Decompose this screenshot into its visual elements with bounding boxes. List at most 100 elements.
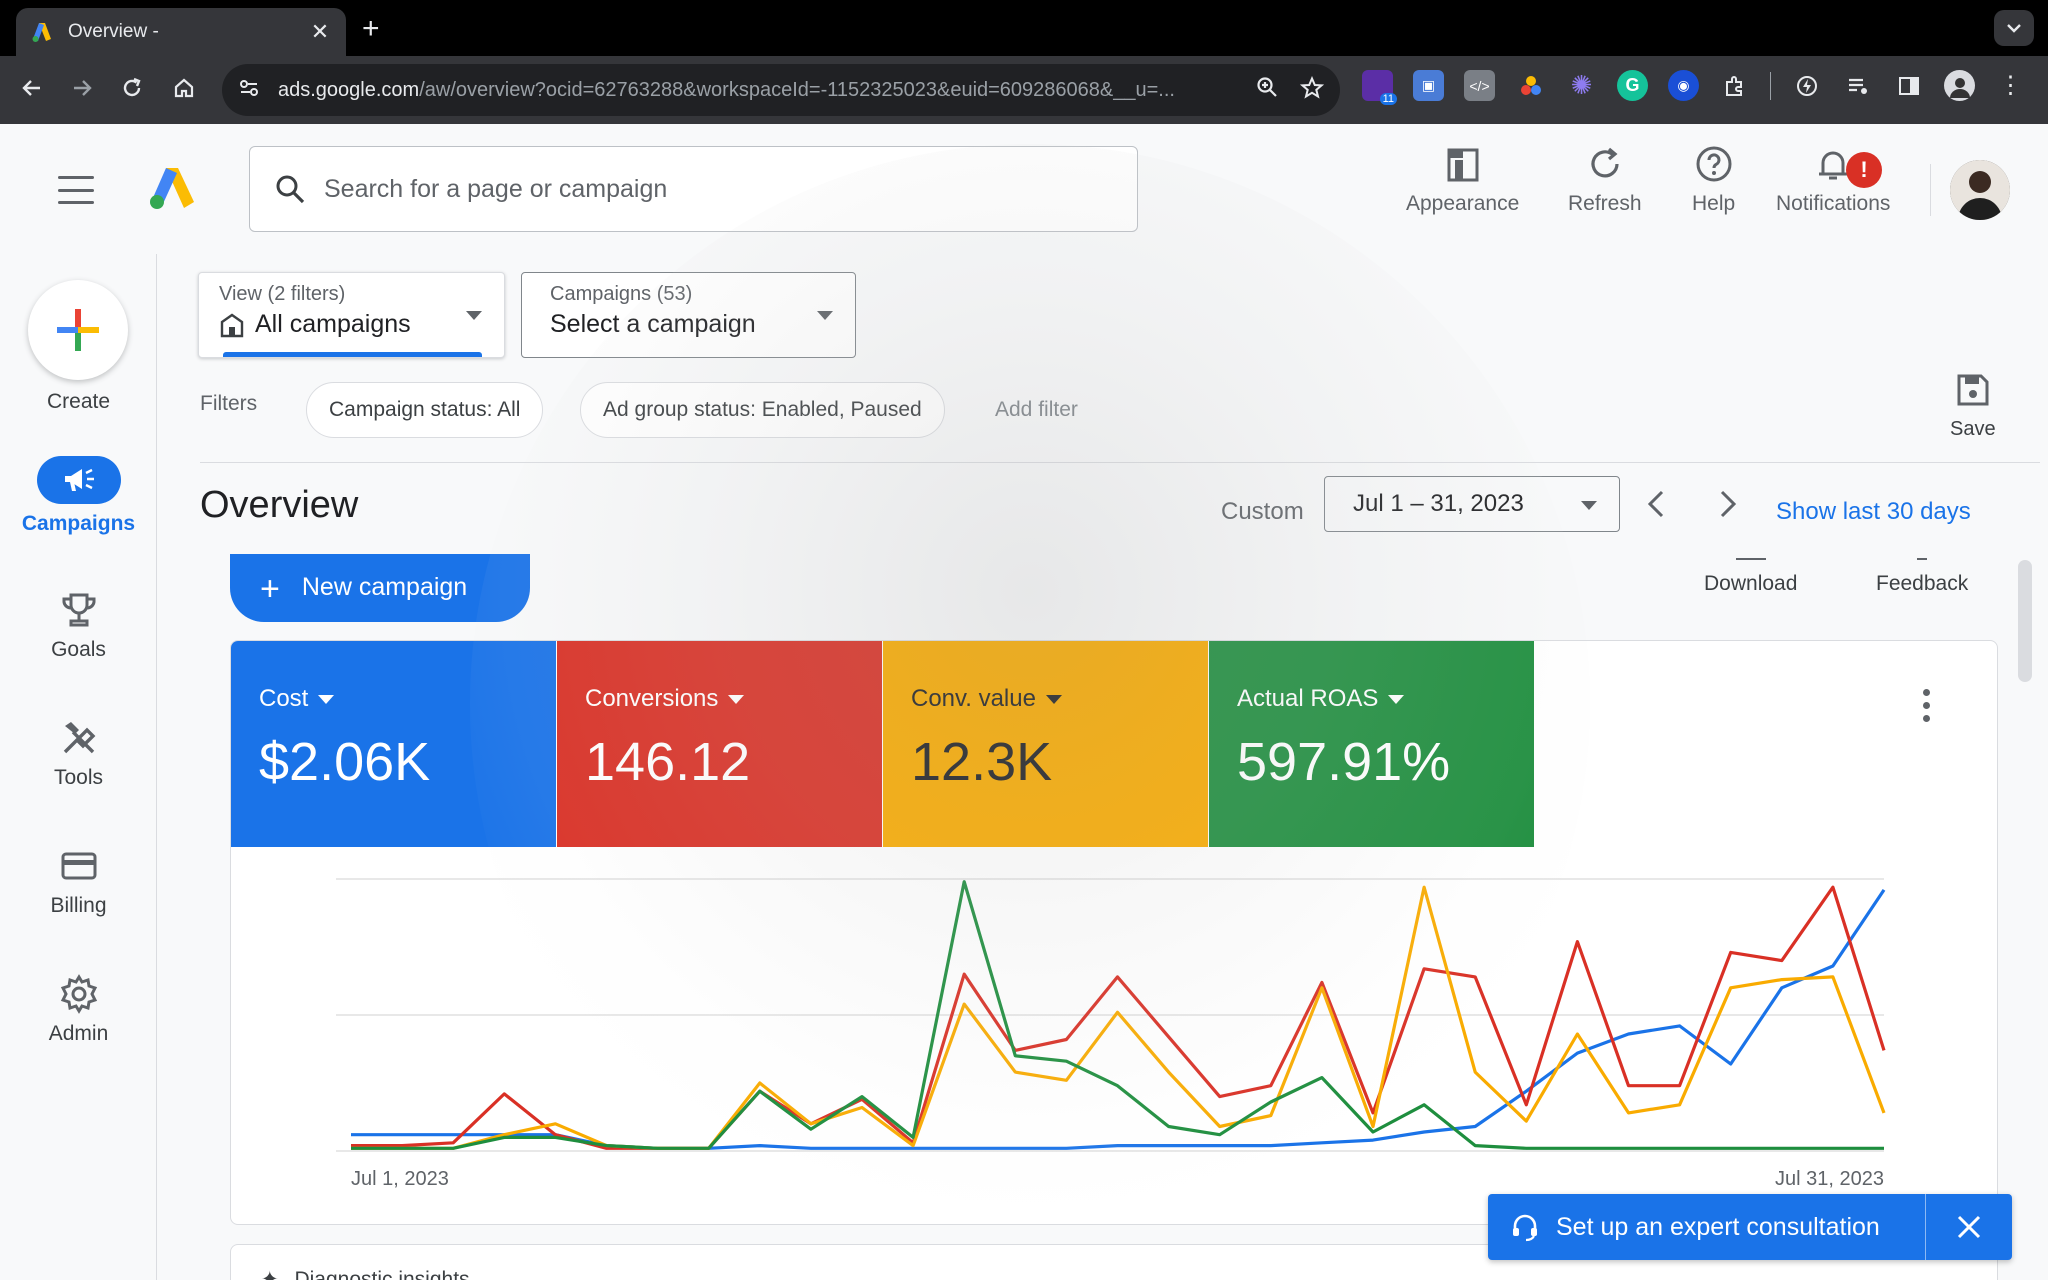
dropdown-caret-icon bbox=[466, 311, 482, 320]
nav-label: Campaigns bbox=[21, 512, 136, 535]
side-panel-icon[interactable] bbox=[1893, 70, 1924, 101]
create-button[interactable] bbox=[28, 280, 128, 380]
nav-label: Billing bbox=[50, 894, 107, 917]
new-campaign-button[interactable]: + New campaign bbox=[230, 554, 530, 622]
help-button[interactable]: Help bbox=[1692, 144, 1735, 216]
dropdown-caret-icon bbox=[318, 694, 335, 704]
bookmark-star-icon[interactable] bbox=[1299, 75, 1325, 105]
expert-consultation-button[interactable]: Set up an expert consultation bbox=[1488, 1194, 1926, 1260]
browser-tabstrip: Overview - ✕ + bbox=[0, 0, 2048, 56]
show-last-30-days-link[interactable]: Show last 30 days bbox=[1776, 498, 1971, 526]
help-label: Help bbox=[1692, 192, 1736, 215]
more-options-icon[interactable] bbox=[1921, 689, 1931, 722]
grammarly-icon[interactable]: G bbox=[1617, 70, 1648, 101]
create-label: Create bbox=[46, 390, 111, 413]
metric-tile-conv-value[interactable]: Conv. value 12.3K bbox=[883, 641, 1208, 847]
browser-menu-icon[interactable]: ⋮ bbox=[1995, 70, 2026, 101]
search-box[interactable] bbox=[249, 146, 1138, 232]
view-dropdown[interactable]: View (2 filters) All campaigns bbox=[198, 272, 505, 358]
nav-item-goals[interactable]: Goals bbox=[0, 590, 157, 662]
refresh-button[interactable]: Refresh bbox=[1568, 144, 1642, 216]
filter-chip-campaign-status[interactable]: Campaign status: All bbox=[306, 382, 544, 438]
campaign-dropdown[interactable]: Campaigns (53) Select a campaign bbox=[521, 272, 856, 358]
extension-icon[interactable]: ◉ bbox=[1668, 70, 1699, 101]
date-preset-label: Custom bbox=[1221, 498, 1304, 525]
date-range-picker[interactable]: Jul 1 – 31, 2023 bbox=[1324, 476, 1620, 532]
nav-item-billing[interactable]: Billing bbox=[0, 846, 157, 918]
extension-icon[interactable] bbox=[1515, 70, 1546, 101]
app-header: Appearance Refresh Help Notifications ! bbox=[0, 124, 2048, 254]
browser-tab[interactable]: Overview - ✕ bbox=[16, 8, 346, 56]
x-axis-end-label: Jul 31, 2023 bbox=[1775, 1168, 1884, 1190]
next-period-icon[interactable] bbox=[1708, 482, 1748, 526]
chart-series-line-3[interactable] bbox=[351, 885, 1886, 1150]
divider bbox=[200, 462, 2040, 463]
nav-item-admin[interactable]: Admin bbox=[0, 974, 157, 1046]
extension-icon[interactable]: ✺ bbox=[1566, 70, 1597, 101]
site-info-icon[interactable] bbox=[238, 77, 264, 104]
appearance-label: Appearance bbox=[1406, 192, 1520, 215]
download-icon bbox=[1735, 558, 1766, 560]
save-label: Save bbox=[1950, 418, 1996, 440]
extension-icon[interactable]: </> bbox=[1464, 70, 1495, 101]
forward-icon[interactable] bbox=[64, 70, 100, 106]
metric-tile-actual-roas[interactable]: Actual ROAS 597.91% bbox=[1209, 641, 1534, 847]
account-avatar[interactable] bbox=[1950, 160, 2010, 220]
search-input[interactable] bbox=[324, 174, 1104, 204]
zoom-icon[interactable] bbox=[1256, 76, 1278, 105]
extension-icon[interactable] bbox=[1791, 70, 1822, 101]
close-icon[interactable] bbox=[1926, 1194, 2012, 1260]
nav-item-tools[interactable]: Tools bbox=[0, 718, 157, 790]
dropdown-caret-icon bbox=[1045, 694, 1062, 704]
nav-item-campaigns[interactable]: Campaigns bbox=[0, 456, 157, 536]
dropdown-caret-icon bbox=[1388, 694, 1405, 704]
extensions-puzzle-icon[interactable] bbox=[1719, 70, 1750, 101]
credit-card-icon bbox=[61, 852, 96, 880]
scrollbar-thumb[interactable] bbox=[2018, 560, 2032, 682]
feedback-button[interactable]: Feedback bbox=[1876, 558, 1968, 596]
filter-chip-ad-group-status[interactable]: Ad group status: Enabled, Paused bbox=[580, 382, 945, 438]
google-ads-favicon-icon bbox=[32, 23, 51, 42]
back-icon[interactable] bbox=[14, 70, 50, 106]
metric-value: $2.06K bbox=[259, 732, 431, 792]
plus-icon: + bbox=[260, 570, 280, 608]
ads-app: Appearance Refresh Help Notifications ! bbox=[0, 124, 2048, 1280]
gear-icon bbox=[60, 974, 97, 1014]
tab-search-icon[interactable] bbox=[1994, 10, 2034, 46]
previous-period-icon[interactable] bbox=[1636, 482, 1676, 526]
google-ads-logo-icon[interactable] bbox=[148, 166, 196, 210]
save-button[interactable]: Save bbox=[1950, 372, 1996, 441]
metric-tile-conversions[interactable]: Conversions 146.12 bbox=[557, 641, 882, 847]
performance-card: Cost $2.06K Conversions 146.12 Conv. val… bbox=[230, 640, 1998, 1225]
notifications-button[interactable]: Notifications ! bbox=[1776, 144, 1890, 216]
home-icon[interactable] bbox=[166, 70, 202, 106]
new-tab-icon[interactable]: + bbox=[362, 12, 380, 46]
appearance-icon bbox=[1447, 148, 1479, 182]
campaign-dropdown-value: Select a campaign bbox=[550, 310, 756, 338]
nav-label: Tools bbox=[53, 766, 104, 789]
appearance-button[interactable]: Appearance bbox=[1406, 144, 1519, 216]
tab-close-icon[interactable]: ✕ bbox=[308, 19, 332, 45]
extension-icon[interactable]: 11 bbox=[1362, 70, 1397, 105]
download-button[interactable]: Download bbox=[1704, 558, 1797, 596]
reload-icon[interactable] bbox=[114, 70, 150, 106]
toolbar-divider bbox=[1770, 71, 1771, 100]
url-text: ads.google.com/aw/overview?ocid=62763288… bbox=[278, 78, 1175, 101]
metric-label: Actual ROAS bbox=[1237, 685, 1379, 712]
profile-avatar-icon[interactable] bbox=[1944, 70, 1975, 101]
media-control-icon[interactable] bbox=[1842, 70, 1873, 101]
page-title: Overview bbox=[200, 484, 359, 526]
search-icon bbox=[276, 175, 305, 204]
main-menu-icon[interactable] bbox=[58, 176, 94, 204]
view-dropdown-value: All campaigns bbox=[255, 310, 411, 338]
feedback-icon bbox=[1917, 558, 1928, 560]
refresh-label: Refresh bbox=[1568, 192, 1642, 215]
nav-label: Goals bbox=[51, 638, 106, 661]
metric-tile-cost[interactable]: Cost $2.06K bbox=[231, 641, 556, 847]
address-bar[interactable]: ads.google.com/aw/overview?ocid=62763288… bbox=[222, 64, 1340, 116]
dropdown-caret-icon bbox=[728, 694, 745, 704]
campaign-dropdown-caption: Campaigns (53) bbox=[550, 283, 693, 305]
extension-icon[interactable]: ▣ bbox=[1413, 70, 1444, 101]
add-filter-button[interactable]: Add filter bbox=[995, 398, 1078, 422]
metric-label: Conversions bbox=[585, 685, 719, 712]
